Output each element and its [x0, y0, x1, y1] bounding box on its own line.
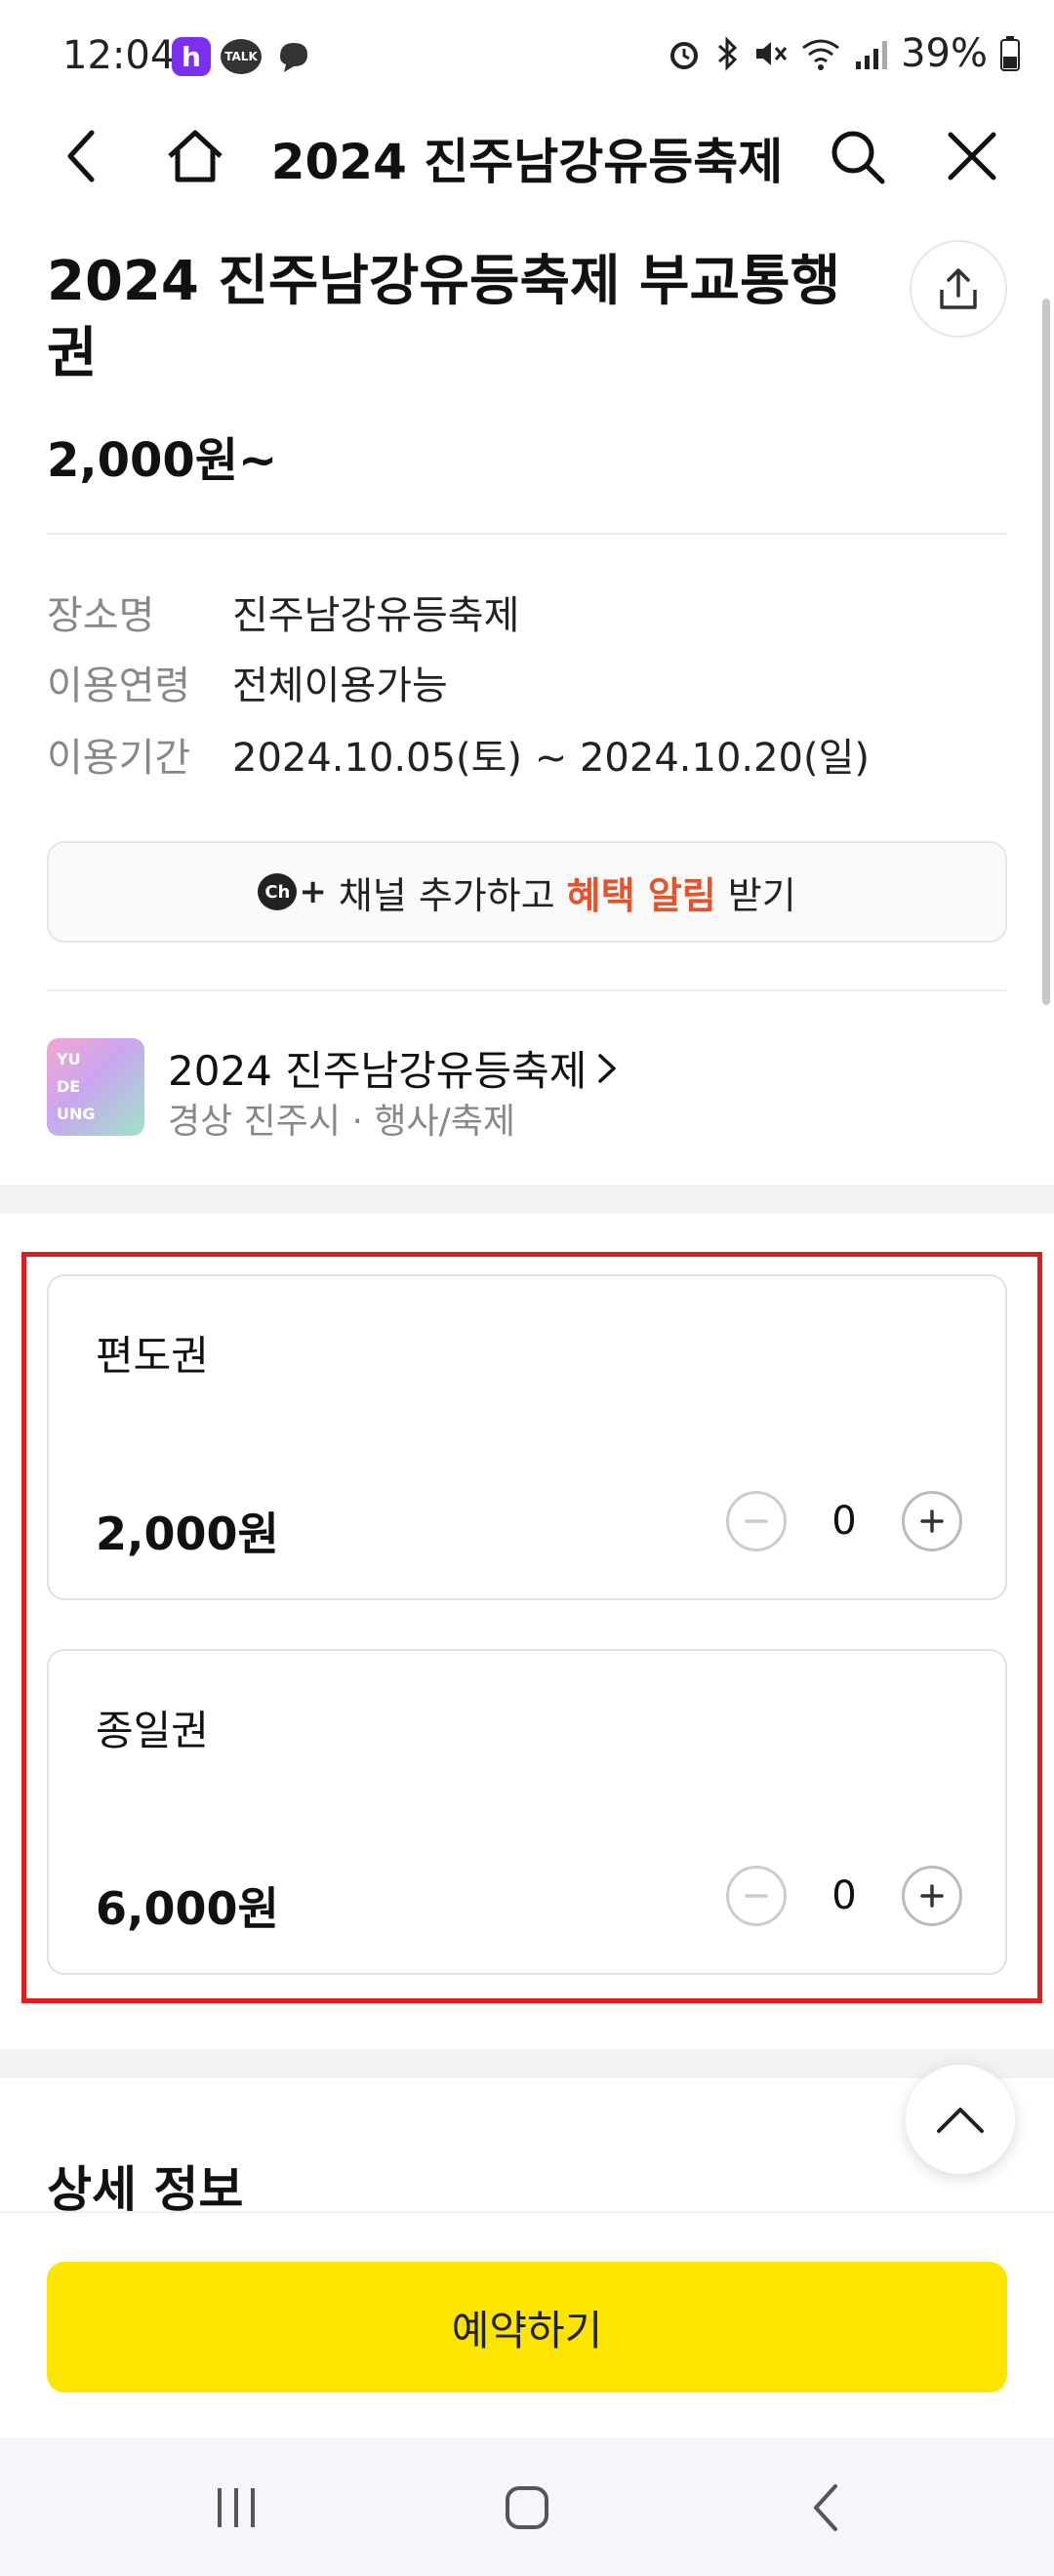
- decrease-button[interactable]: [726, 1491, 787, 1551]
- info-label: 장소명: [47, 593, 155, 638]
- share-button[interactable]: [910, 240, 1007, 338]
- minus-icon: [745, 1894, 768, 1898]
- decrease-button[interactable]: [726, 1866, 787, 1926]
- channel-text-before: 채널 추가하고: [338, 873, 555, 917]
- product-title: 2024 진주남강유등축제 부교통행권: [47, 250, 841, 385]
- quantity-stepper: 0: [726, 1866, 962, 1926]
- thumb-text: DE: [57, 1077, 81, 1096]
- status-app-icons: h TALK: [172, 37, 312, 76]
- close-button[interactable]: [941, 125, 1003, 187]
- signal-icon: [856, 41, 888, 69]
- venue-link[interactable]: YU DE UNG 2024 진주남강유등축제 경상 진주시 · 행사/축제: [47, 1038, 1007, 1142]
- home-circle-icon: [506, 2486, 548, 2529]
- mute-icon: [756, 42, 788, 65]
- ticket-name: 종일권: [96, 1707, 209, 1754]
- increase-button[interactable]: [902, 1866, 962, 1926]
- ticket-price: 6,000원: [96, 1882, 279, 1935]
- alarm-icon: [670, 42, 699, 69]
- section-separator: [0, 2049, 1054, 2078]
- plus-icon: [920, 1509, 944, 1533]
- product-price: 2,000원~: [47, 433, 278, 488]
- ticket-name: 편도권: [96, 1332, 209, 1380]
- quantity-value: 0: [831, 1499, 857, 1544]
- search-button[interactable]: [826, 125, 888, 187]
- section-separator: [0, 1185, 1054, 1214]
- venue-thumbnail: YU DE UNG: [47, 1038, 144, 1136]
- top-nav: 2024 진주남강유등축제: [0, 107, 1054, 205]
- bottom-action-bar: 예약하기: [0, 2211, 1054, 2437]
- status-bar: 12:04 h TALK 39%: [0, 0, 1054, 107]
- info-row-place: 장소명 진주남강유등축제: [47, 584, 519, 640]
- home-system-button[interactable]: [488, 2476, 566, 2539]
- info-label: 이용기간: [47, 736, 191, 781]
- status-time: 12:04: [62, 33, 176, 78]
- channel-add-button[interactable]: Ch + 채널 추가하고 혜택 알림 받기: [47, 841, 1007, 943]
- quantity-value: 0: [831, 1873, 857, 1918]
- message-icon: [280, 43, 307, 72]
- system-nav-bar: [0, 2437, 1054, 2576]
- minus-icon: [745, 1519, 768, 1523]
- ticket-option: 종일권 6,000원 0: [47, 1649, 1007, 1975]
- info-value: 진주남강유등축제: [232, 593, 520, 638]
- venue-subtitle: 경상 진주시 · 행사/축제: [168, 1102, 515, 1142]
- recent-apps-icon: [218, 2488, 255, 2527]
- battery-icon: [1000, 36, 1020, 71]
- battery-percent: 39%: [901, 31, 988, 76]
- channel-text-highlight: 혜택 알림: [566, 873, 716, 917]
- bluetooth-icon: [718, 36, 738, 71]
- kakaotalk-icon: TALK: [221, 39, 262, 74]
- divider: [47, 533, 1007, 535]
- channel-text-after: 받기: [727, 873, 796, 917]
- ticket-option: 편도권 2,000원 0: [47, 1274, 1007, 1600]
- channel-badge: Ch: [258, 873, 298, 910]
- search-icon: [831, 131, 885, 184]
- close-icon: [948, 132, 996, 181]
- venue-name-text: 2024 진주남강유등축제: [168, 1047, 588, 1095]
- increase-button[interactable]: [902, 1491, 962, 1551]
- share-icon: [940, 268, 977, 309]
- info-row-age: 이용연령 전체이용가능: [47, 654, 448, 710]
- chevron-up-icon: [937, 2108, 984, 2133]
- wifi-icon: [802, 39, 840, 70]
- thumb-text: YU: [57, 1050, 81, 1068]
- plus-icon: [920, 1884, 944, 1908]
- divider: [47, 989, 1007, 991]
- scrollbar[interactable]: [1042, 299, 1050, 1005]
- channel-plus-icon: Ch +: [258, 872, 327, 911]
- info-value: 전체이용가능: [232, 664, 448, 708]
- info-row-period: 이용기간 2024.10.05(토) ~ 2024.10.20(일): [47, 726, 870, 783]
- scroll-to-top-button[interactable]: [906, 2065, 1015, 2174]
- back-icon: [814, 2484, 837, 2531]
- reserve-button[interactable]: 예약하기: [47, 2262, 1007, 2393]
- recent-apps-button[interactable]: [197, 2476, 275, 2539]
- info-label: 이용연령: [47, 664, 191, 708]
- status-right: 39%: [667, 31, 1021, 76]
- thumb-text: UNG: [57, 1105, 96, 1123]
- chevron-right-icon: [598, 1053, 617, 1083]
- back-system-button[interactable]: [787, 2476, 865, 2539]
- venue-name: 2024 진주남강유등축제: [168, 1038, 618, 1098]
- info-value: 2024.10.05(토) ~ 2024.10.20(일): [232, 736, 871, 781]
- app-h-icon: h: [172, 37, 211, 76]
- quantity-stepper: 0: [726, 1491, 962, 1551]
- nav-title: 2024 진주남강유등축제: [270, 134, 784, 190]
- ticket-price: 2,000원: [96, 1508, 279, 1560]
